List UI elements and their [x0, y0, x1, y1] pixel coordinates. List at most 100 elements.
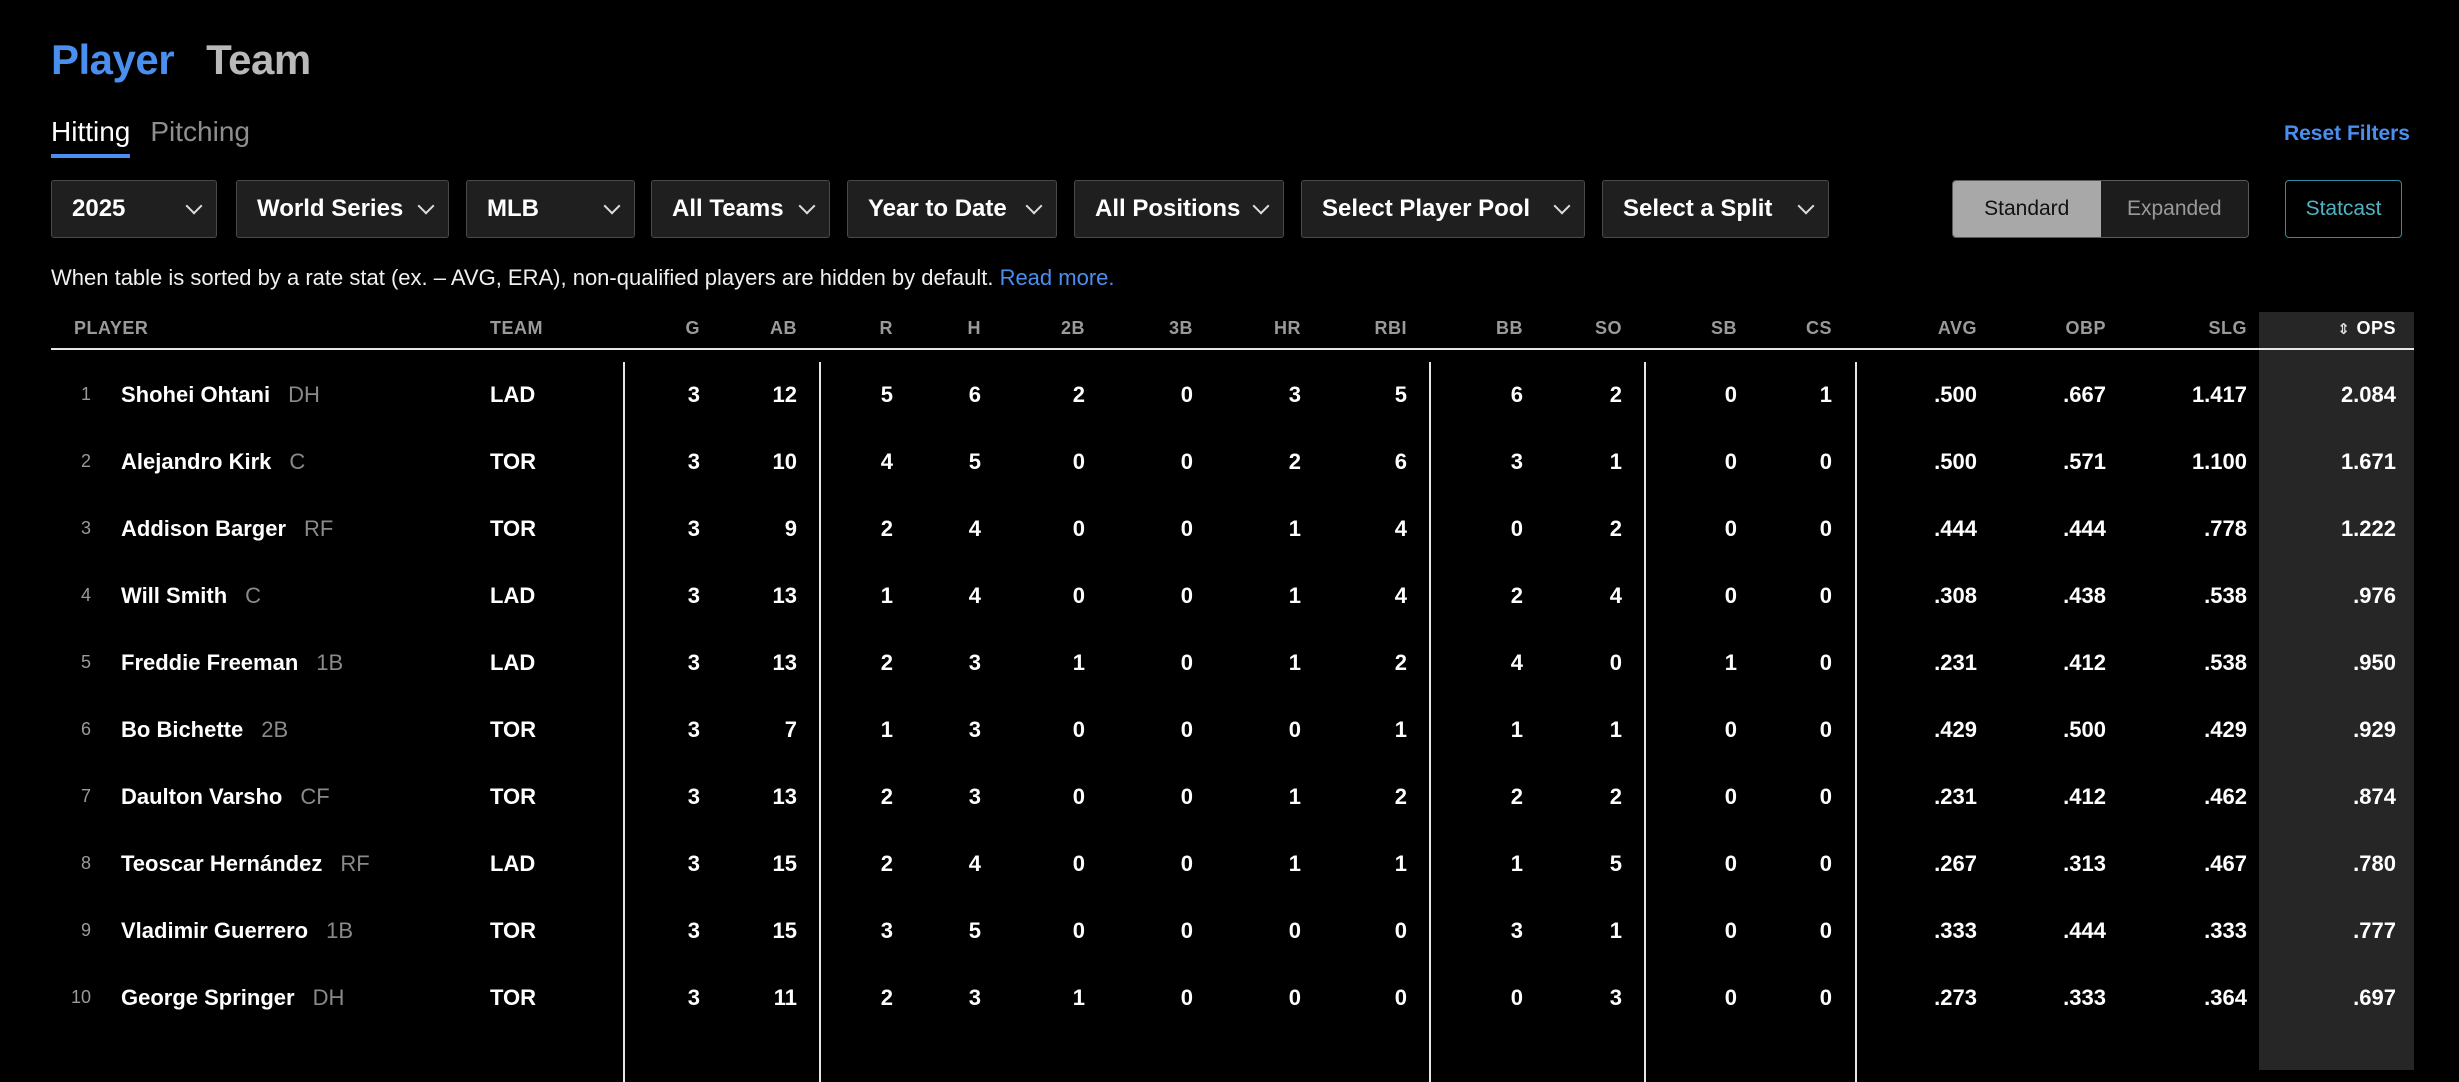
stat-r: 4 [880, 449, 893, 474]
column-header-r[interactable]: R [880, 318, 894, 339]
column-header-so[interactable]: SO [1595, 318, 1622, 339]
stat-ab: 7 [784, 717, 797, 742]
stat-r: 1 [880, 583, 893, 608]
player-name-link[interactable]: Shohei Ohtani [121, 382, 270, 407]
dropdown-value: 2025 [72, 195, 126, 222]
standard-view-button[interactable]: Standard [1953, 181, 2101, 237]
column-header-bb[interactable]: BB [1496, 318, 1523, 339]
tab-player[interactable]: Player [51, 36, 175, 84]
column-header-label: 3B [1168, 318, 1193, 338]
column-header-player[interactable]: PLAYER [74, 318, 148, 339]
column-header-ab[interactable]: AB [770, 318, 797, 339]
player-name-link[interactable]: Freddie Freeman [121, 650, 298, 675]
team-cell: TOR [490, 985, 537, 1010]
column-header-2b[interactable]: 2B [1061, 318, 1085, 339]
stat-sb: 0 [1724, 382, 1737, 407]
table-row: 6 Bo Bichette 2B TOR 3 7 1 3 0 0 0 1 1 1 0 0 .429 .500 .42… [51, 697, 2414, 764]
stat-slg: .462 [2204, 784, 2247, 809]
column-header-sb[interactable]: SB [1711, 318, 1737, 339]
column-header-label: SB [1710, 318, 1737, 338]
stat-hr: 3 [1288, 382, 1301, 407]
expanded-view-button[interactable]: Expanded [2100, 181, 2248, 237]
chevron-down-icon [1553, 197, 1571, 215]
table-header: PLAYER TEAM G AB R H 2B 3B HR RBI BB SO SB CS AVG OBP SL… [51, 312, 2414, 350]
column-header-hr[interactable]: HR [1274, 318, 1301, 339]
read-more-link[interactable]: Read more. [1000, 265, 1115, 290]
player-name-link[interactable]: Alejandro Kirk [121, 449, 271, 474]
stat-rbi: 4 [1394, 516, 1407, 541]
player-name-link[interactable]: Will Smith [121, 583, 227, 608]
season-dropdown[interactable]: 2025 [51, 180, 217, 238]
stat-avg: .231 [1934, 650, 1977, 675]
stat-2b: 0 [1072, 717, 1085, 742]
game-type-dropdown[interactable]: World Series [236, 180, 449, 238]
stat-h: 3 [968, 985, 981, 1010]
player-name-link[interactable]: George Springer [121, 985, 295, 1010]
column-header-team[interactable]: TEAM [490, 318, 543, 339]
stat-obp: .500 [2063, 717, 2106, 742]
stat-rbi: 5 [1394, 382, 1407, 407]
chevron-down-icon [603, 197, 621, 215]
tab-team[interactable]: Team [206, 36, 311, 84]
stat-avg: .273 [1934, 985, 1977, 1010]
dropdown-value: All Positions [1095, 195, 1241, 222]
top-tabs: Player Team [51, 36, 311, 84]
player-name-link[interactable]: Bo Bichette [121, 717, 243, 742]
column-header-slg[interactable]: SLG [2208, 318, 2247, 339]
column-header-obp[interactable]: OBP [2065, 318, 2106, 339]
team-cell: TOR [490, 449, 537, 474]
dropdown-value: Select Player Pool [1322, 195, 1531, 222]
rank: 10 [70, 987, 91, 1007]
time-frame-dropdown[interactable]: Year to Date [847, 180, 1057, 238]
table-row: 2 Alejandro Kirk C TOR 3 10 4 5 0 0 2 6 3 1 0 0.500.571… [51, 429, 2414, 496]
table-row: 5 Freddie Freeman 1B LAD 3 13 2 3 1 0 1 2 4 0 1 0.231.4… [51, 630, 2414, 697]
column-header-3b[interactable]: 3B [1169, 318, 1193, 339]
notice-text: When table is sorted by a rate stat (ex.… [51, 265, 994, 290]
column-header-g[interactable]: G [685, 318, 700, 339]
stat-hr: 1 [1288, 851, 1301, 876]
tab-pitching[interactable]: Pitching [150, 116, 250, 158]
tab-hitting[interactable]: Hitting [51, 116, 131, 158]
stat-avg: .231 [1934, 784, 1977, 809]
stat-rbi: 2 [1394, 650, 1407, 675]
stat-h: 6 [968, 382, 981, 407]
stat-avg: .429 [1934, 717, 1977, 742]
reset-filters-link[interactable]: Reset Filters [2284, 122, 2410, 146]
stat-bb: 0 [1510, 985, 1523, 1010]
stat-so: 1 [1609, 717, 1622, 742]
stat-r: 2 [880, 650, 893, 675]
player-position: CF [300, 784, 330, 809]
table-row: 8 Teoscar Hernández RF LAD 3 15 2 4 0 0 1 1 1 5 0 0.267… [51, 831, 2414, 898]
stat-hr: 0 [1288, 985, 1301, 1010]
player-name-link[interactable]: Vladimir Guerrero [121, 918, 308, 943]
league-dropdown[interactable]: MLB [466, 180, 635, 238]
rank: 2 [80, 451, 91, 471]
stat-ab: 10 [772, 449, 797, 474]
stat-cs: 0 [1819, 985, 1832, 1010]
stat-ab: 13 [772, 650, 797, 675]
team-cell: LAD [490, 650, 536, 675]
position-dropdown[interactable]: All Positions [1074, 180, 1284, 238]
team-cell: TOR [490, 516, 537, 541]
column-header-rbi[interactable]: RBI [1375, 318, 1408, 339]
stat-so: 2 [1609, 516, 1622, 541]
stat-ops: 2.084 [2340, 382, 2396, 407]
statcast-button[interactable]: Statcast [2285, 180, 2402, 238]
stat-h: 4 [968, 516, 981, 541]
table-row: 9 Vladimir Guerrero 1B TOR 3 15 3 5 0 0 0 0 3 1 0 0 .333… [51, 898, 2414, 965]
stat-g: 3 [687, 650, 700, 675]
column-header-cs[interactable]: CS [1806, 318, 1832, 339]
column-header-h[interactable]: H [968, 318, 982, 339]
stat-ops: .780 [2353, 851, 2396, 876]
column-header-label: G [685, 318, 700, 338]
player-name-link[interactable]: Daulton Varsho [121, 784, 282, 809]
player-name-link[interactable]: Teoscar Hernández [121, 851, 322, 876]
player-name-link[interactable]: Addison Barger [121, 516, 286, 541]
stat-avg: .500 [1934, 382, 1977, 407]
team-dropdown[interactable]: All Teams [651, 180, 830, 238]
split-dropdown[interactable]: Select a Split [1602, 180, 1829, 238]
column-header-avg[interactable]: AVG [1938, 318, 1977, 339]
stat-ab: 15 [772, 851, 797, 876]
player-pool-dropdown[interactable]: Select Player Pool [1301, 180, 1585, 238]
column-header-ops[interactable]: ⇕ OPS [2337, 318, 2396, 339]
